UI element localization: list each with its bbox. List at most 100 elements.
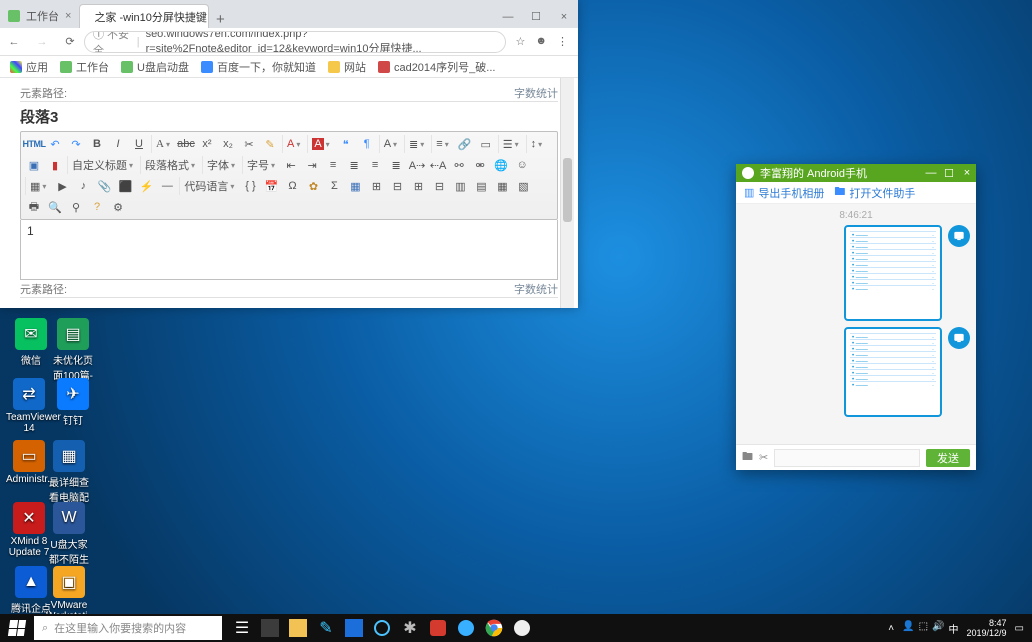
link-button[interactable]: 🔗 <box>456 135 474 153</box>
underline-button[interactable]: U <box>130 135 148 153</box>
replace-button[interactable]: ⚲ <box>67 198 85 216</box>
desktop-icon-dingtalk[interactable]: ✈钉钉 <box>50 378 96 427</box>
align-center-button[interactable]: ≣ <box>345 156 363 174</box>
lineheight-button[interactable]: ↕▾ <box>526 135 547 153</box>
taskbar-app-pen[interactable]: ✎ <box>312 614 340 642</box>
folder-icon[interactable]: 🖿 <box>742 448 753 467</box>
forward-button[interactable]: → <box>28 36 56 48</box>
anchor-button[interactable]: ▮ <box>46 156 64 174</box>
taskbar-app-explorer[interactable] <box>284 614 312 642</box>
text-ltr-button[interactable]: A⇢ <box>408 156 426 174</box>
bookmark-item[interactable]: 网站 <box>328 59 366 75</box>
min-button[interactable]: — <box>494 6 522 28</box>
taskbar-app-gear[interactable]: ✱ <box>396 614 424 642</box>
emoji-button[interactable]: ☺ <box>513 156 531 174</box>
image-button[interactable]: ▭ <box>477 135 495 153</box>
tb-delete-col-button[interactable]: ⊟ <box>430 177 448 195</box>
image-attachment[interactable]: • ——·• ——· • ——·• ——· • ——·• ——· • ——·• … <box>844 225 942 321</box>
chat-titlebar[interactable]: 李富翔的 Android手机 — ☐ × <box>736 164 976 182</box>
strike-button[interactable]: abc <box>177 135 195 153</box>
max-button[interactable]: ☐ <box>522 6 550 28</box>
tray-chevron-icon[interactable]: ˄ <box>888 623 894 634</box>
video-button[interactable]: ▶ <box>53 177 71 195</box>
align-right-button[interactable]: ≡ <box>366 156 384 174</box>
ul-button[interactable]: ≣▾ <box>404 135 428 153</box>
clear-format-button[interactable]: ✎ <box>261 135 279 153</box>
send-button[interactable]: 发送 <box>926 449 970 467</box>
file-button[interactable]: 📎 <box>95 177 113 195</box>
taskbar-app-qq[interactable] <box>508 614 536 642</box>
sub-button[interactable]: x₂ <box>219 135 237 153</box>
taskbar-app[interactable] <box>256 614 284 642</box>
tray-people-icon[interactable]: 👤 <box>902 621 914 636</box>
tb-head-button[interactable]: ▦ <box>493 177 511 195</box>
min-button[interactable]: — <box>922 167 940 180</box>
star-icon[interactable]: ☆ <box>516 35 526 48</box>
html-source-button[interactable]: HTML <box>25 135 43 153</box>
word-count-button[interactable]: 字数统计 <box>514 85 558 101</box>
float-button[interactable]: ☰▾ <box>498 135 523 153</box>
tb-del-button[interactable]: ▧ <box>514 177 532 195</box>
start-button[interactable] <box>0 614 34 642</box>
editor-content[interactable]: 1 <box>20 220 558 280</box>
text-rtl-button[interactable]: ⇠A <box>429 156 447 174</box>
open-file-helper-button[interactable]: 🖿 打开文件助手 <box>834 183 915 202</box>
task-view-button[interactable]: ☰ <box>228 614 256 642</box>
code-button[interactable]: { } <box>241 177 259 195</box>
tray-ime-icon[interactable]: 中 <box>949 621 959 636</box>
custom-heading-dd[interactable]: 自定义标题▾ <box>67 156 137 174</box>
taskbar-app-circle[interactable] <box>368 614 396 642</box>
math-button[interactable]: Σ <box>325 177 343 195</box>
gear-icon[interactable]: ⚙ <box>109 198 127 216</box>
search-box[interactable]: ⌕ 在这里输入你要搜索的内容 <box>34 616 222 640</box>
chat-body[interactable]: 8:46:21 • ——·• ——· • ——·• ——· • ——·• ——·… <box>736 204 976 444</box>
word-count-button[interactable]: 字数统计 <box>514 281 558 297</box>
redo-button[interactable]: ↷ <box>67 135 85 153</box>
clock[interactable]: 8:47 2019/12/9 <box>967 618 1007 638</box>
heading-dd[interactable]: A▾ <box>379 135 401 153</box>
bookmark-item[interactable]: 工作台 <box>60 59 109 75</box>
tab-worktable[interactable]: 工作台 × <box>0 4 79 28</box>
desktop-icon-word[interactable]: WU盘大家都不陌生 <box>46 502 92 566</box>
bold-button[interactable]: B <box>88 135 106 153</box>
font-family-dd[interactable]: 字体▾ <box>202 156 239 174</box>
fullscreen-button[interactable]: ▣ <box>25 156 43 174</box>
new-tab-button[interactable]: + <box>209 11 231 28</box>
desktop-icon-teamviewer[interactable]: ⇄TeamViewer 14 <box>6 378 52 434</box>
reload-button[interactable]: ⟳ <box>56 35 84 48</box>
date-button[interactable]: 📅 <box>262 177 280 195</box>
scroll-thumb[interactable] <box>563 158 572 222</box>
audio-button[interactable]: ♪ <box>74 177 92 195</box>
taskbar-app-sky[interactable] <box>452 614 480 642</box>
tab-site[interactable]: 之家 -win10分屏快捷键 × <box>79 4 209 28</box>
max-button[interactable]: ☐ <box>940 167 958 180</box>
backcolor-button[interactable]: A▾ <box>307 135 333 153</box>
indent-left-button[interactable]: ⇤ <box>282 156 300 174</box>
para-button[interactable]: ¶ <box>358 135 376 153</box>
tb-split-button[interactable]: ▤ <box>472 177 490 195</box>
align-justify-button[interactable]: ≣ <box>387 156 405 174</box>
map-button[interactable]: ⬛ <box>116 177 134 195</box>
italic-button[interactable]: I <box>109 135 127 153</box>
image-attachment[interactable]: • ——·• ——· • ——·• ——· • ——·• ——· • ——·• … <box>844 327 942 417</box>
insert-media-dd[interactable]: ▦▾ <box>25 177 50 195</box>
menu-icon[interactable]: ⋮ <box>557 35 568 48</box>
ol-button[interactable]: ≡▾ <box>431 135 452 153</box>
scissors-icon[interactable]: ✂ <box>759 451 768 464</box>
indent-right-button[interactable]: ⇥ <box>303 156 321 174</box>
desktop-icon-wechat[interactable]: ✉微信 <box>8 318 54 367</box>
cut-button[interactable]: ✂ <box>240 135 258 153</box>
back-button[interactable]: ← <box>0 36 28 48</box>
undo-button[interactable]: ↶ <box>46 135 64 153</box>
table-button[interactable]: ▦ <box>346 177 364 195</box>
find-button[interactable]: 🔍 <box>46 198 64 216</box>
paragraph-format-dd[interactable]: 段落格式▾ <box>140 156 199 174</box>
align-left-button[interactable]: ≡ <box>324 156 342 174</box>
link2-button[interactable]: ⚯ <box>450 156 468 174</box>
tray-network-icon[interactable]: ⬚ <box>919 621 928 636</box>
code-lang-dd[interactable]: 代码语言▾ <box>179 177 238 195</box>
tb-merge-button[interactable]: ▥ <box>451 177 469 195</box>
hr-button[interactable]: — <box>158 177 176 195</box>
quote-button[interactable]: ❝ <box>337 135 355 153</box>
print-button[interactable]: 🖶 <box>25 198 43 216</box>
